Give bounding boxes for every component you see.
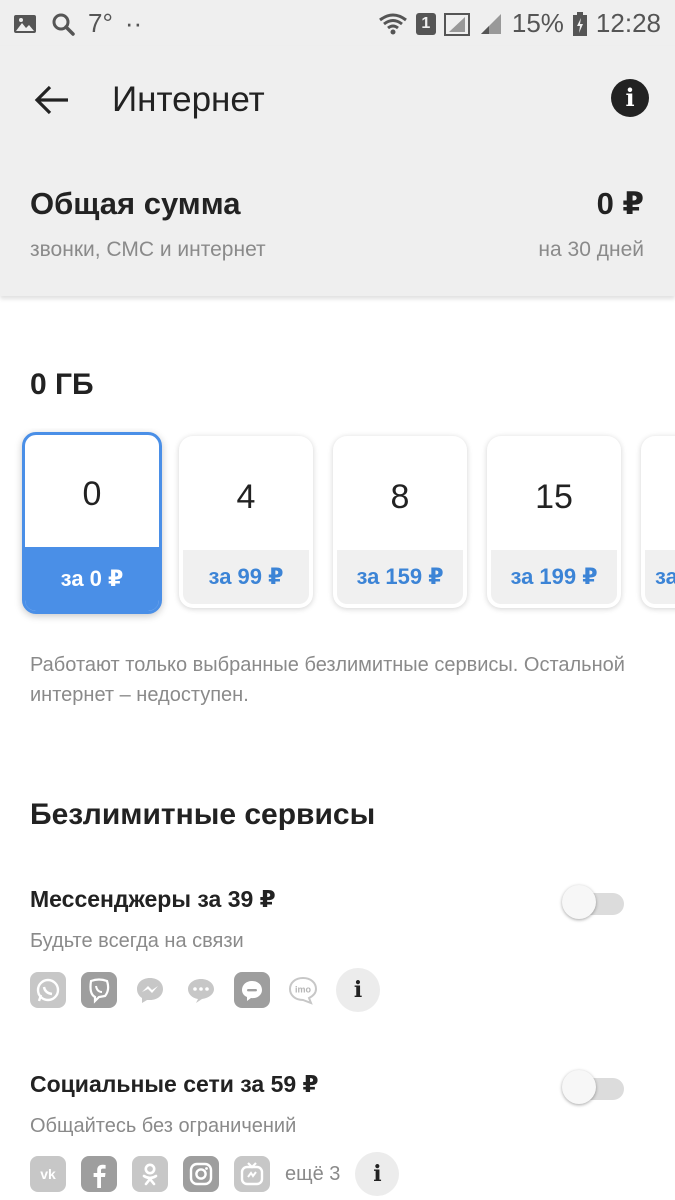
app-header: Интернет i Общая сумма звонки, СМС и инт… [0,46,675,296]
messengers-toggle[interactable] [562,884,626,919]
messengers-apps-row: imo i [30,968,380,1012]
back-button[interactable] [30,78,74,122]
chat-bubble-icon[interactable] [234,972,270,1008]
social-more-apps[interactable]: ещё 3 [285,1163,340,1186]
battery-icon [572,11,588,37]
total-sum-period: на 30 дней [538,238,644,261]
info-icon: i [353,977,363,1003]
svg-text:vk: vk [40,1166,56,1182]
social-service-title: Социальные сети за 59 ₽ [30,1071,319,1097]
sim-slot-badge: 1 [415,12,436,35]
total-sum-description: звонки, СМС и интернет [30,238,266,261]
info-icon: i [625,83,635,112]
more-notifications-dots: ·· [124,8,143,38]
info-button[interactable]: i [611,79,649,117]
volume-option-price: за [645,550,675,604]
wifi-icon [378,11,408,37]
volume-note: Работают только выбранные безлимитные се… [30,654,625,706]
selected-volume-label: 0 ГБ [30,368,94,401]
volume-options-carousel[interactable]: 0 за 0 ₽ 4 за 99 ₽ 8 за 159 ₽ 15 за 199 … [0,428,675,628]
social-toggle[interactable] [562,1069,626,1104]
volume-option-15gb[interactable]: 15 за 199 ₽ [487,436,621,608]
volume-option-price: за 99 ₽ [183,550,309,604]
clock: 12:28 [595,8,661,38]
volume-option-4gb[interactable]: 4 за 99 ₽ [179,436,313,608]
messengers-info-button[interactable]: i [336,968,380,1012]
imo-icon[interactable]: imo [285,972,321,1008]
svg-text:imo: imo [295,985,312,995]
social-apps-row: vk ещё 3 i [30,1152,400,1196]
volume-option-price: за 199 ₽ [491,550,617,604]
vk-icon[interactable]: vk [30,1156,66,1192]
total-sum-label: Общая сумма [30,186,241,221]
toggle-knob [562,1070,596,1104]
instagram-icon[interactable] [183,1156,219,1192]
igtv-icon[interactable] [234,1156,270,1192]
page-title: Интернет [112,80,265,119]
unlimited-services-title: Безлимитные сервисы [30,798,376,831]
whatsapp-icon[interactable] [30,972,66,1008]
gallery-icon [12,11,38,37]
social-info-button[interactable]: i [355,1152,400,1196]
social-service-subtitle: Общайтесь без ограничений [30,1115,297,1137]
info-icon: i [373,1161,382,1187]
volume-option-gb: 8 [390,478,410,516]
status-bar: 7° ·· 1 15% 12:28 [0,0,675,46]
weather-temperature: 7° [88,8,113,38]
volume-option-price: за 159 ₽ [337,550,463,604]
messenger-icon[interactable] [132,972,168,1008]
signal-icon [443,11,470,37]
viber-icon[interactable] [81,972,117,1008]
volume-option-gb: 4 [236,478,256,516]
messengers-service-title: Мессенджеры за 39 ₽ [30,886,276,912]
hangouts-chat-icon[interactable] [183,972,219,1008]
volume-option-price: за 0 ₽ [25,547,159,611]
arrow-left-icon [34,85,68,115]
total-sum-amount: 0 ₽ [596,186,644,221]
messengers-service-subtitle: Будьте всегда на связи [30,930,244,952]
toggle-knob [562,885,596,919]
volume-option-gb: 15 [535,478,573,516]
volume-option-gb: 0 [82,475,102,513]
volume-option-8gb[interactable]: 8 за 159 ₽ [333,436,467,608]
volume-option-0gb[interactable]: 0 за 0 ₽ [22,432,162,614]
odnoklassniki-icon[interactable] [132,1156,168,1192]
volume-option-partial[interactable]: за [641,436,675,608]
search-icon [50,11,76,37]
signal-bars-icon [478,11,504,37]
battery-percent: 15% [511,8,564,38]
facebook-icon[interactable] [81,1156,117,1192]
